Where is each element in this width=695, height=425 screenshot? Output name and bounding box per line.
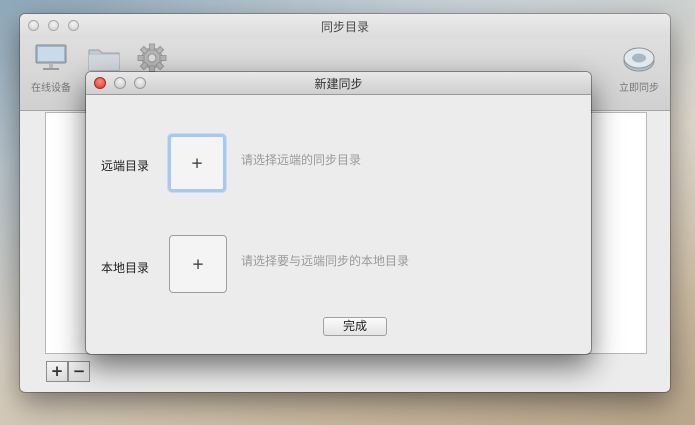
online-devices-label: 在线设备 (31, 83, 71, 94)
online-devices-button[interactable]: 在线设备 (26, 42, 76, 94)
main-titlebar: 同步目录 (20, 14, 670, 38)
local-directory-hint: 请选择要与远端同步的本地目录 (241, 254, 410, 268)
monitor-icon (35, 44, 67, 70)
dialog-titlebar: 新建同步 (86, 72, 591, 95)
new-sync-dialog: 新建同步 远端目录 + 请选择远端的同步目录 本地目录 + 请选择要与远端同步的… (86, 72, 591, 354)
add-button[interactable]: + (46, 361, 68, 382)
remote-directory-hint: 请选择远端的同步目录 (241, 153, 362, 167)
gear-icon (137, 43, 167, 73)
done-button[interactable]: 完成 (323, 317, 387, 336)
remove-button[interactable]: − (68, 361, 90, 382)
local-directory-label: 本地目录 (101, 261, 150, 275)
sync-now-button[interactable]: 立即同步 (612, 42, 666, 94)
remote-directory-picker[interactable]: + (168, 134, 226, 192)
remote-directory-label: 远端目录 (101, 159, 150, 173)
folder-icon (88, 49, 120, 71)
window-title: 同步目录 (320, 20, 369, 34)
sync-disc-icon (623, 47, 655, 72)
local-directory-picker[interactable]: + (169, 235, 227, 293)
dialog-title: 新建同步 (314, 77, 363, 91)
sync-now-label: 立即同步 (619, 83, 659, 94)
